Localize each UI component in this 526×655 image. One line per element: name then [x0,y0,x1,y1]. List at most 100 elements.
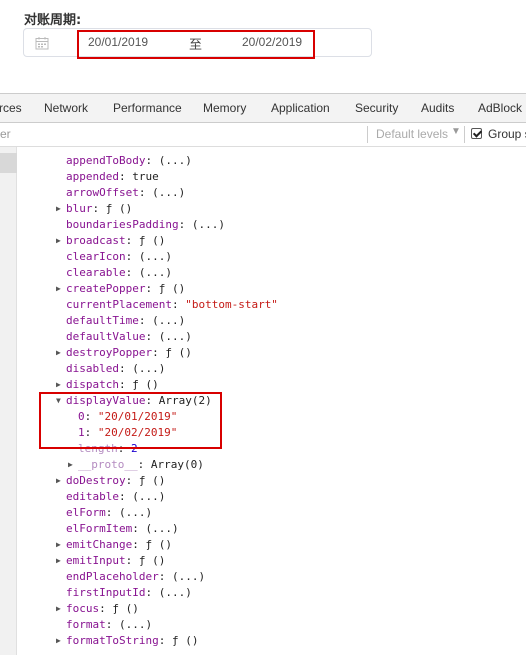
property-value: (...) [132,490,166,503]
collapsed-triangle-icon[interactable]: ▶ [56,345,61,361]
console-prop-row[interactable]: ▶ dispatch: ƒ () [56,377,159,393]
property-value: ƒ () [165,346,192,359]
property-separator: : [92,202,106,215]
console-prop-row[interactable]: ▶ __proto__: Array(0) [68,457,204,473]
console-prop-row: defaultValue: (...) [66,329,192,345]
console-prop-row[interactable]: ▶ broadcast: ƒ () [56,233,166,249]
collapsed-triangle-icon[interactable]: ▶ [56,233,61,249]
property-key: clearable [66,266,126,279]
collapsed-triangle-icon[interactable]: ▶ [56,201,61,217]
property-key: blur [66,202,93,215]
property-key: formatToString [66,634,159,647]
console-prop-row: endPlaceholder: (...) [66,569,205,585]
property-separator: : [145,330,159,343]
collapsed-triangle-icon[interactable]: ▶ [56,473,61,489]
property-key: clearIcon [66,250,126,263]
console-prop-row[interactable]: ▶ blur: ƒ () [56,201,133,217]
property-value: (...) [158,586,192,599]
property-key: boundariesPadding [66,218,179,231]
property-value: ƒ () [138,234,166,247]
property-key: doDestroy [66,474,126,487]
property-key: focus [66,602,100,615]
property-key: destroyPopper [66,346,153,359]
dropdown-triangle-icon: ▼ [451,126,461,137]
property-value: ƒ () [138,474,166,487]
tab-performance[interactable]: Performance [113,94,182,122]
tab-network[interactable]: Network [44,94,88,122]
collapsed-triangle-icon[interactable]: ▶ [56,377,61,393]
property-separator: : [125,474,139,487]
property-key: createPopper [66,282,146,295]
property-value: ƒ () [138,554,166,567]
property-value: (...) [171,570,206,583]
property-key: arrowOffset [66,186,139,199]
partial-row: appendToBody [66,147,145,149]
property-value: true [132,170,159,183]
console-prop-row[interactable]: ▶ formatToString: ƒ () [56,633,198,649]
property-value: (...) [152,314,186,327]
property-value: (...) [152,186,186,199]
log-levels-dropdown[interactable]: Default levels [376,127,448,141]
highlight-box-display-value [39,392,222,449]
console-prop-row[interactable]: ▶ doDestroy: ƒ () [56,473,166,489]
collapsed-triangle-icon[interactable]: ▶ [68,457,73,473]
tab-audits[interactable]: Audits [421,94,454,122]
property-value: (...) [119,506,153,519]
console-prop-row[interactable]: ▶ destroyPopper: ƒ () [56,345,192,361]
collapsed-triangle-icon[interactable]: ▶ [56,281,61,297]
property-value: (...) [145,522,179,535]
property-value: ƒ () [158,282,186,295]
property-key: appendToBody [66,154,146,167]
property-separator: : [137,458,151,471]
date-range-section: 对账周期: 20/01/2019 至 20/02/2019 [0,0,526,93]
collapsed-triangle-icon[interactable]: ▶ [56,553,61,569]
property-key: elFormItem [66,522,133,535]
property-value: ƒ () [112,602,139,615]
property-value: (...) [132,362,166,375]
property-separator: : [99,602,113,615]
console-prop-row[interactable]: ▶ emitInput: ƒ () [56,553,166,569]
property-separator: : [178,218,192,231]
divider [464,126,465,143]
property-value: (...) [138,250,172,263]
property-separator: : [105,618,119,631]
property-value: (...) [158,330,192,343]
property-key: disabled [66,362,119,375]
property-separator: : [171,298,186,311]
console-prop-row: appendToBody: (...) [66,153,192,169]
collapsed-triangle-icon[interactable]: ▶ [56,537,61,553]
tab-adblock[interactable]: AdBlock [478,94,522,122]
property-separator: : [105,506,119,519]
property-key: elForm [66,506,106,519]
property-separator: : [118,170,133,183]
property-value: (...) [158,154,192,167]
property-key: firstInputId [66,586,146,599]
collapsed-triangle-icon[interactable]: ▶ [56,601,61,617]
property-key: editable [66,490,119,503]
console-prop-row: defaultTime: (...) [66,313,185,329]
property-key: defaultTime [66,314,139,327]
console-prop-row[interactable]: ▶ createPopper: ƒ () [56,281,186,297]
property-key: defaultValue [66,330,146,343]
tab-sources[interactable]: rces [0,94,22,122]
tab-security[interactable]: Security [355,94,398,122]
property-separator: : [158,634,172,647]
console-prop-row: firstInputId: (...) [66,585,192,601]
console-prop-row: boundariesPadding: (...) [66,217,225,233]
console-prop-row[interactable]: ▶ emitChange: ƒ () [56,537,172,553]
property-key: endPlaceholder [66,570,159,583]
group-similar-checkbox[interactable] [471,128,482,139]
property-separator: : [145,586,159,599]
tab-application[interactable]: Application [271,94,330,122]
property-key: currentPlacement [66,298,172,311]
property-separator: : [118,490,133,503]
tab-memory[interactable]: Memory [203,94,246,122]
property-value: ƒ () [145,538,172,551]
collapsed-triangle-icon[interactable]: ▶ [56,633,61,649]
property-value: ƒ () [105,202,133,215]
property-separator: : [145,154,159,167]
group-similar-label: Group s [488,127,526,141]
filter-input[interactable]: er [0,127,11,141]
divider [367,126,368,143]
console-prop-row[interactable]: ▶ focus: ƒ () [56,601,139,617]
